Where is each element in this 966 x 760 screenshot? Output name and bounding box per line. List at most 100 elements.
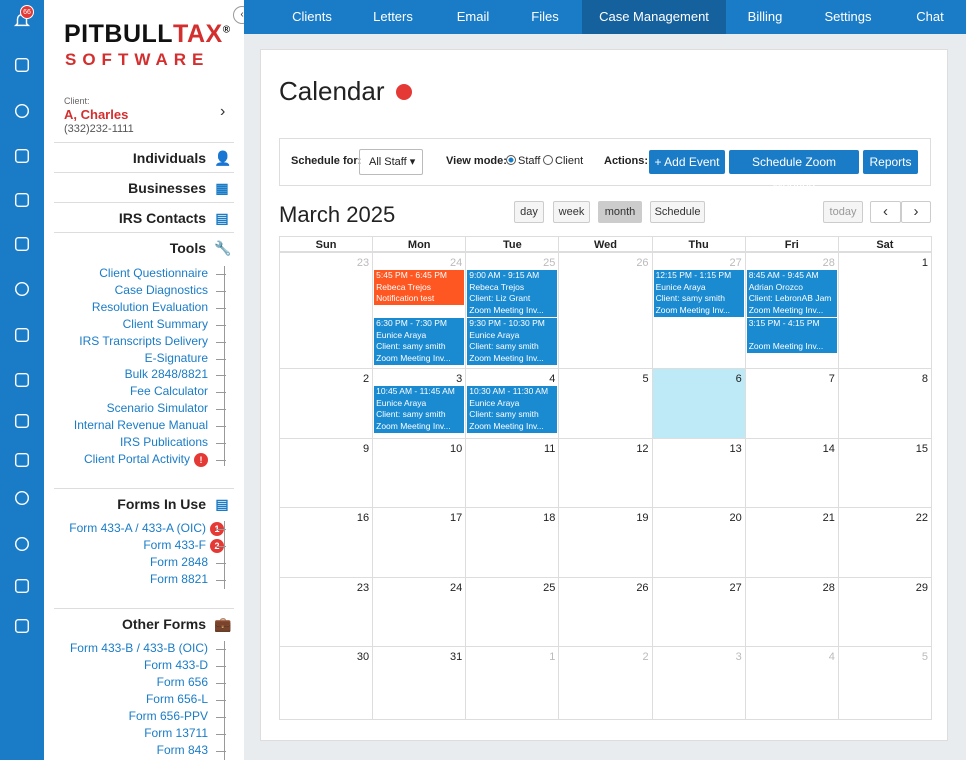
view-day-button[interactable]: day [514, 201, 544, 223]
schedule-zoom-button[interactable]: Schedule Zoom Meeting [729, 150, 859, 193]
client-name[interactable]: A, Charles [64, 107, 128, 122]
help-icon[interactable] [12, 534, 32, 554]
day-cell[interactable]: 14 [744, 438, 839, 508]
day-cell[interactable]: 24 [372, 577, 467, 647]
day-cell[interactable]: 5 [558, 368, 653, 439]
day-cell[interactable]: 15 [837, 438, 932, 508]
tool-link[interactable]: IRS Publications [120, 435, 208, 449]
tool-link[interactable]: Internal Revenue Manual [74, 418, 208, 432]
calendar-event[interactable]: 12:15 PM - 1:15 PM Eunice Araya Client: sa… [653, 270, 744, 317]
day-cell[interactable]: 2 [279, 368, 374, 439]
day-cell[interactable]: 1 [837, 252, 932, 369]
nav-letters[interactable]: Letters [362, 0, 424, 34]
form-link[interactable]: Form 433-F 2 [143, 538, 224, 553]
day-cell[interactable]: 17 [372, 507, 467, 578]
calendar-print-icon[interactable] [396, 84, 412, 100]
other-form-link[interactable]: Form 433-D [144, 658, 208, 672]
form-link[interactable]: Form 433-A / 433-A (OIC) 1 [69, 521, 224, 536]
today-button[interactable]: today [823, 201, 863, 223]
day-cell[interactable]: 26 [558, 577, 653, 647]
tool-link[interactable]: E-Signature [145, 351, 208, 365]
section-individuals[interactable]: Individuals 👤 [54, 142, 234, 172]
nav-email[interactable]: Email [444, 0, 502, 34]
day-cell[interactable]: 25 [465, 577, 560, 647]
form-link[interactable]: Form 2848 [150, 555, 208, 569]
add-user-icon[interactable] [12, 146, 32, 166]
day-cell[interactable]: 13 [651, 438, 746, 508]
form-link[interactable]: Form 8821 [150, 572, 208, 586]
day-cell[interactable]: 22 [837, 507, 932, 578]
day-cell[interactable]: 27 [651, 577, 746, 647]
presentation-icon[interactable] [12, 616, 32, 636]
other-form-link[interactable]: Form 433-B / 433-B (OIC) [70, 641, 208, 655]
tool-link[interactable]: Fee Calculator [130, 384, 208, 398]
section-irs-contacts[interactable]: IRS Contacts ▤ [54, 202, 234, 232]
day-cell[interactable]: 23 [279, 252, 374, 369]
next-month-button[interactable]: › [901, 201, 931, 223]
nav-chat[interactable]: Chat [902, 0, 958, 34]
calendar-event[interactable]: 3:15 PM - 4:15 PM Zoom Meeting Inv... [746, 318, 837, 354]
day-cell[interactable]: 8 [837, 368, 932, 439]
lifebuoy-icon[interactable] [12, 488, 32, 508]
calendar-event[interactable]: 5:45 PM - 6:45 PM Rebeca Trejos Notificati… [374, 270, 465, 306]
schedule-for-select[interactable]: All Staff ▾ [359, 149, 423, 175]
day-cell[interactable]: 7 [744, 368, 839, 439]
day-cell[interactable]: 2 [558, 646, 653, 720]
day-cell[interactable]: 31 [372, 646, 467, 720]
invoice-icon[interactable] [12, 370, 32, 390]
tool-link[interactable]: Resolution Evaluation [92, 300, 208, 314]
calendar-event[interactable]: 8:45 AM - 9:45 AM Adrian Orozco Client: Le… [746, 270, 837, 317]
tool-link[interactable]: Client Portal Activity! [84, 452, 208, 467]
day-cell[interactable]: 9 [279, 438, 374, 508]
briefcase-icon[interactable] [12, 411, 32, 431]
check-circle-icon[interactable] [12, 101, 32, 121]
prev-month-button[interactable]: ‹ [870, 201, 901, 223]
other-form-link[interactable]: Form 13711 [144, 726, 208, 740]
other-form-link[interactable]: Form 843 [157, 743, 208, 757]
day-cell[interactable]: 29 [837, 577, 932, 647]
other-form-link[interactable]: Form 656 [157, 675, 208, 689]
tool-link[interactable]: Case Diagnostics [115, 283, 208, 297]
day-cell[interactable]: 12 [558, 438, 653, 508]
day-cell[interactable]: 1 [465, 646, 560, 720]
view-schedule-button[interactable]: Schedule [650, 201, 705, 223]
section-tools[interactable]: Tools 🔧 [54, 232, 234, 262]
reports-button[interactable]: Reports [863, 150, 918, 174]
id-card-icon[interactable] [12, 234, 32, 254]
calendar-event[interactable]: 10:30 AM - 11:30 AM Eunice Araya Client: s… [467, 386, 558, 433]
view-client-radio[interactable]: Client [543, 155, 583, 167]
day-cell[interactable]: 11 [465, 438, 560, 508]
other-form-link[interactable]: Form 656-L [146, 692, 208, 706]
tool-link[interactable]: Bulk 2848/8821 [125, 367, 208, 381]
tool-link[interactable]: Client Questionnaire [99, 266, 208, 280]
nav-clients[interactable]: Clients [288, 0, 336, 34]
day-cell[interactable]: 30 [279, 646, 374, 720]
day-cell[interactable]: 18 [465, 507, 560, 578]
day-cell[interactable]: 19 [558, 507, 653, 578]
nav-billing[interactable]: Billing [738, 0, 792, 34]
calendar-event[interactable]: 9:30 PM - 10:30 PM Eunice Araya Client: sa… [467, 318, 558, 365]
day-cell[interactable]: 16 [279, 507, 374, 578]
view-month-button[interactable]: month [598, 201, 642, 223]
tool-link[interactable]: Client Summary [123, 317, 208, 331]
pen-icon[interactable] [12, 190, 32, 210]
day-cell[interactable]: 4 [744, 646, 839, 720]
day-cell[interactable]: 21 [744, 507, 839, 578]
day-cell[interactable]: 5 [837, 646, 932, 720]
day-cell[interactable]: 3 [651, 646, 746, 720]
printer-icon[interactable] [12, 55, 32, 75]
document-icon[interactable] [12, 325, 32, 345]
view-staff-radio[interactable]: Staff [506, 155, 540, 167]
calendar-event[interactable]: 6:30 PM - 7:30 PM Eunice Araya Client: sam… [374, 318, 465, 365]
tool-link[interactable]: IRS Transcripts Delivery [79, 334, 208, 348]
add-event-button[interactable]: + Add Event [649, 150, 725, 174]
other-form-link[interactable]: Form 656-PPV [129, 709, 208, 723]
calendar-event[interactable]: 10:45 AM - 11:45 AM Eunice Araya Client: s… [374, 386, 465, 433]
day-cell[interactable]: 6 [651, 368, 746, 439]
clock-icon[interactable] [12, 279, 32, 299]
day-cell[interactable]: 20 [651, 507, 746, 578]
day-cell[interactable]: 28 [744, 577, 839, 647]
day-cell[interactable]: 23 [279, 577, 374, 647]
day-cell[interactable]: 26 [558, 252, 653, 369]
section-businesses[interactable]: Businesses ▦ [54, 172, 234, 202]
